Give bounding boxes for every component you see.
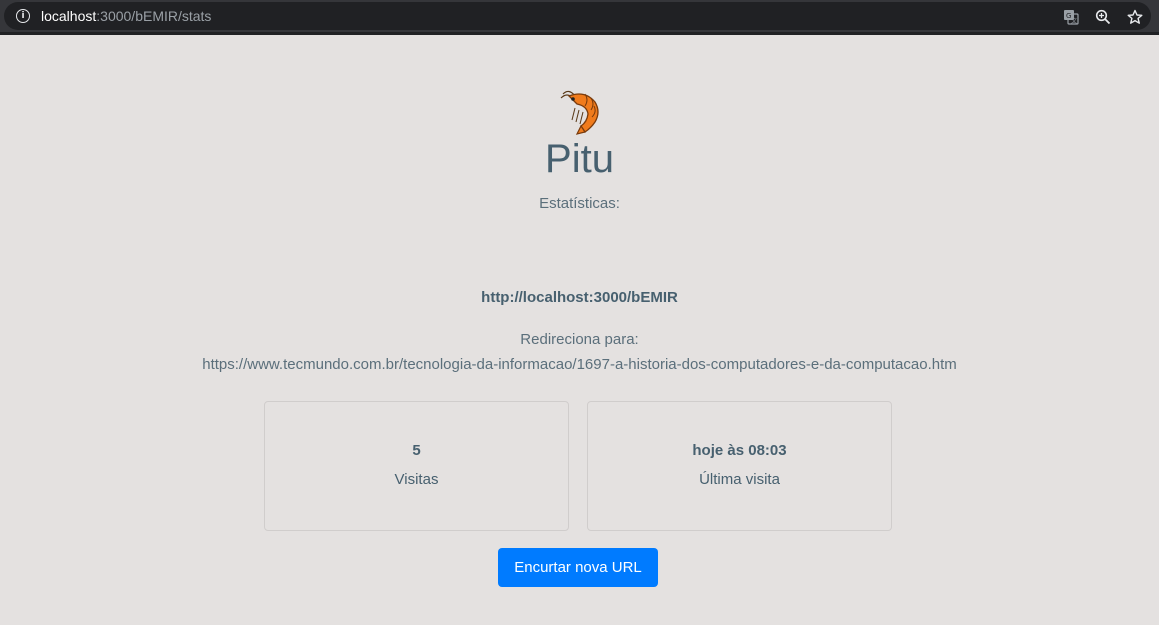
page-title: Pitu	[545, 137, 614, 181]
browser-toolbar: i localhost:3000/bEMIR/stats G 文	[0, 0, 1159, 35]
visits-count: 5	[412, 442, 421, 459]
last-visit-value: hoje às 08:03	[692, 442, 787, 459]
last-visit-card: hoje às 08:03 Última visita	[587, 401, 892, 531]
redirect-label: Redireciona para:	[520, 331, 639, 348]
visits-card: 5 Visitas	[264, 401, 569, 531]
visits-label: Visitas	[394, 471, 439, 488]
translate-icon[interactable]: G 文	[1063, 9, 1079, 25]
address-url[interactable]: localhost:3000/bEMIR/stats	[41, 8, 211, 24]
short-url: http://localhost:3000/bEMIR	[481, 289, 678, 306]
svg-text:文: 文	[1071, 17, 1077, 25]
info-icon[interactable]: i	[16, 9, 30, 23]
zoom-icon[interactable]	[1095, 9, 1111, 25]
url-host: localhost	[41, 8, 97, 24]
bookmark-star-icon[interactable]	[1127, 9, 1143, 25]
url-path: :3000/bEMIR/stats	[96, 8, 212, 24]
page-subtitle: Estatísticas:	[539, 195, 620, 212]
page-content: Pitu Estatísticas: http://localhost:3000…	[0, 35, 1159, 625]
address-bar[interactable]: i localhost:3000/bEMIR/stats G 文	[4, 2, 1151, 30]
shorten-new-url-button[interactable]: Encurtar nova URL	[498, 548, 658, 587]
last-visit-label: Última visita	[699, 471, 780, 488]
shrimp-icon	[560, 90, 599, 135]
target-url: https://www.tecmundo.com.br/tecnologia-d…	[202, 356, 957, 373]
